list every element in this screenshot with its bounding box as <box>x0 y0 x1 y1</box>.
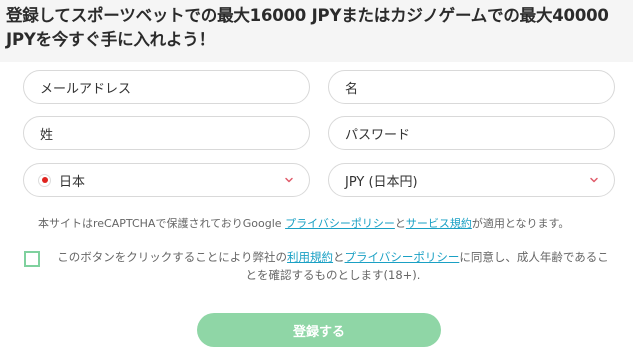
chevron-down-icon <box>285 177 293 183</box>
last-name-field[interactable]: 姓 <box>23 116 310 150</box>
consent-and: と <box>333 250 345 264</box>
password-field[interactable]: パスワード <box>328 116 615 150</box>
first-name-field[interactable]: 名 <box>328 70 615 104</box>
consent-privacy-link[interactable]: プライバシーポリシー <box>345 250 460 264</box>
recaptcha-prefix: 本サイトはreCAPTCHAで保護されておりGoogle <box>38 217 286 230</box>
email-field[interactable]: メールアドレス <box>23 70 310 104</box>
registration-form: メールアドレス 名 姓 パスワード 日本 JPY (日本円) 本サイトはreCA… <box>6 62 627 348</box>
recaptcha-notice: 本サイトはreCAPTCHAで保護されておりGoogle プライバシーポリシーと… <box>38 215 569 231</box>
consent-checkbox[interactable] <box>24 251 40 267</box>
recaptcha-suffix: が適用となります。 <box>471 217 570 230</box>
consent-terms-link[interactable]: 利用規約 <box>287 250 333 264</box>
email-placeholder: メールアドレス <box>40 81 132 97</box>
country-value: 日本 <box>59 174 86 190</box>
currency-select[interactable]: JPY (日本円) <box>328 163 615 197</box>
japan-flag-icon <box>38 173 51 187</box>
recaptcha-and: と <box>394 217 406 230</box>
recaptcha-privacy-link[interactable]: プライバシーポリシー <box>285 217 395 230</box>
consent-prefix: このボタンをクリックすることにより弊社の <box>57 250 288 264</box>
last-name-placeholder: 姓 <box>40 127 54 143</box>
promo-header: 登録してスポーツベットでの最大16000 JPYまたはカジノゲームでの最大400… <box>0 0 633 62</box>
first-name-placeholder: 名 <box>345 81 359 97</box>
promo-title: 登録してスポーツベットでの最大16000 JPYまたはカジノゲームでの最大400… <box>6 6 609 49</box>
country-select[interactable]: 日本 <box>23 163 310 197</box>
consent-text: このボタンをクリックすることにより弊社の利用規約とプライバシーポリシーに同意し、… <box>53 248 613 284</box>
recaptcha-terms-link[interactable]: サービス規約 <box>406 217 472 230</box>
currency-value: JPY (日本円) <box>345 174 418 190</box>
chevron-down-icon <box>590 177 598 183</box>
register-button[interactable]: 登録する <box>197 313 441 347</box>
password-placeholder: パスワード <box>345 127 411 143</box>
